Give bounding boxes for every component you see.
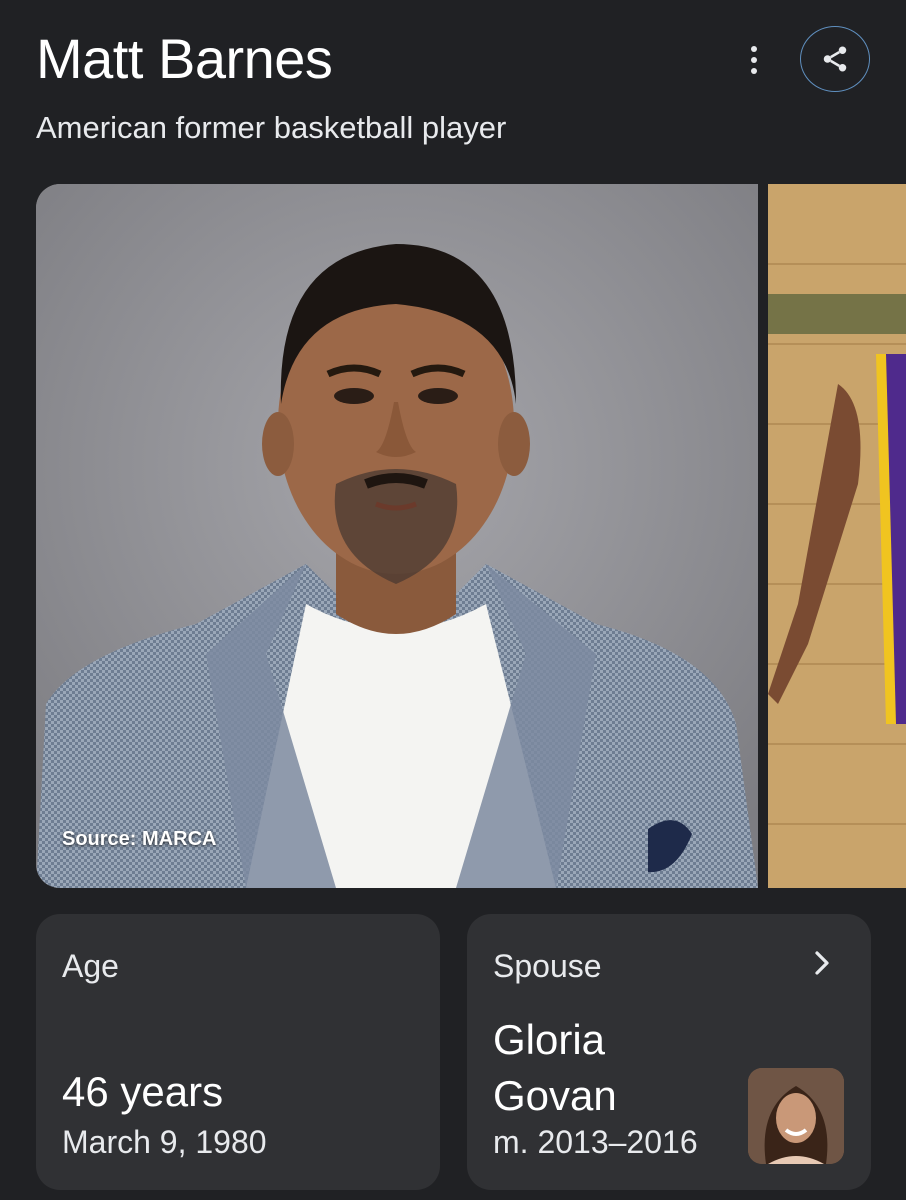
spouse-label: Spouse: [493, 948, 602, 984]
entity-title: Matt Barnes: [36, 27, 333, 90]
more-vert-icon[interactable]: [746, 42, 762, 78]
court-image: [768, 184, 906, 888]
age-card: Age 46 years March 9, 1980: [36, 914, 440, 1190]
image-carousel[interactable]: Source: MARCA: [36, 184, 906, 888]
age-value: 46 years: [62, 1068, 224, 1115]
spouse-photo: [748, 1068, 844, 1164]
marriage-dates: m. 2013–2016: [493, 1124, 698, 1160]
chevron-right-icon[interactable]: [807, 948, 837, 978]
birth-date: March 9, 1980: [62, 1124, 267, 1160]
spouse-name[interactable]: Gloria Govan: [493, 1012, 723, 1124]
share-button[interactable]: [800, 26, 870, 92]
age-label: Age: [62, 948, 119, 984]
secondary-photo[interactable]: [768, 184, 906, 888]
header: Matt Barnes: [36, 26, 870, 96]
share-icon: [823, 46, 847, 72]
main-photo[interactable]: Source: MARCA: [36, 184, 758, 888]
spouse-card[interactable]: Spouse Gloria Govan m. 2013–2016: [467, 914, 871, 1190]
spouse-thumbnail[interactable]: [748, 1068, 844, 1164]
portrait-image: [36, 184, 758, 888]
entity-subtitle: American former basketball player: [36, 110, 507, 145]
image-source-label: Source: MARCA: [62, 828, 217, 850]
